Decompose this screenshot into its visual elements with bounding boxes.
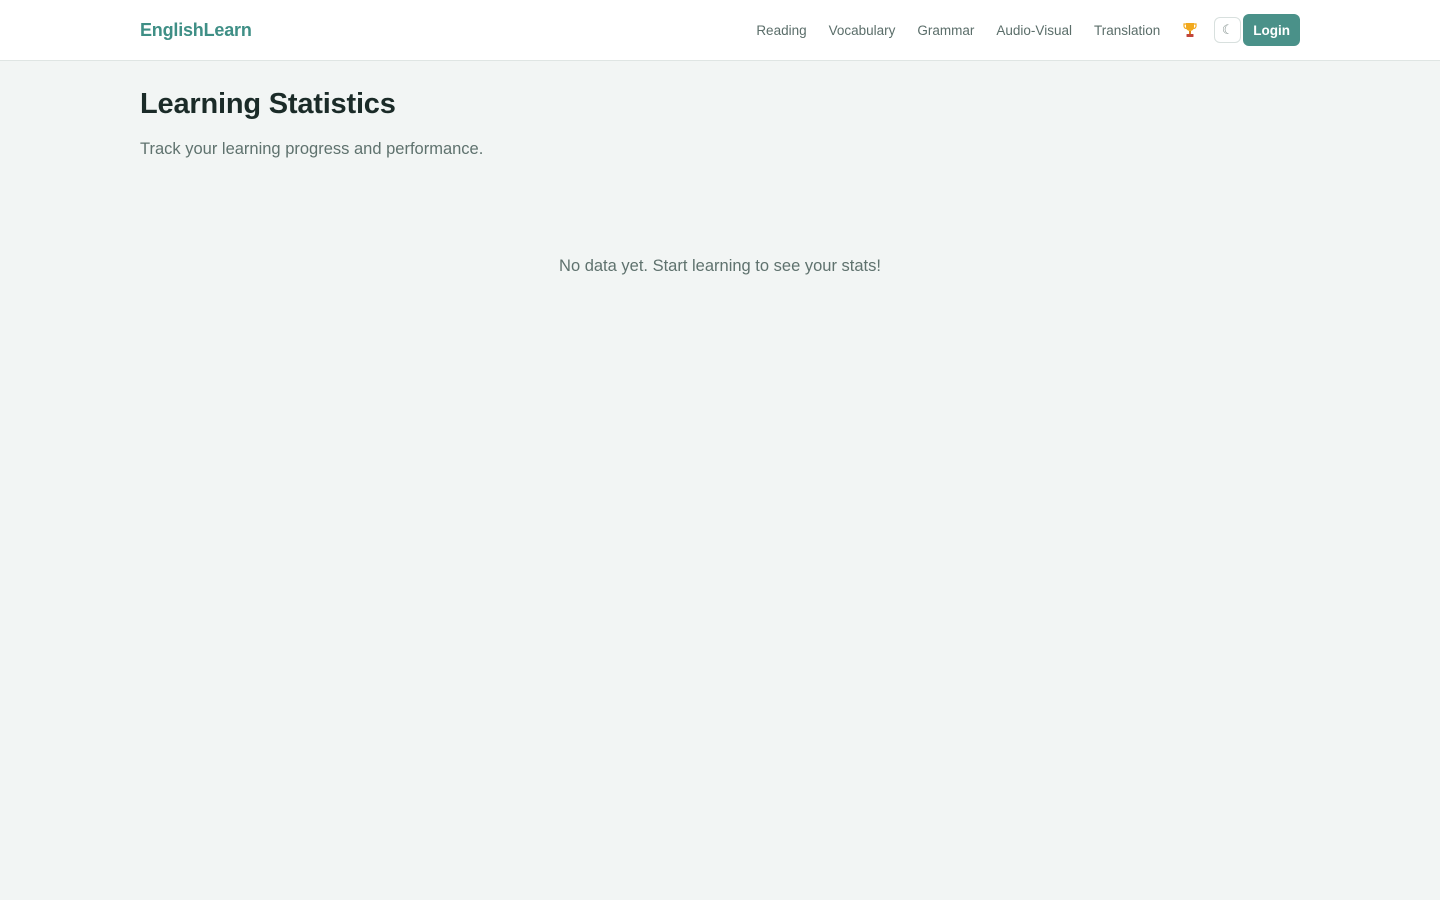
trophy-icon[interactable] xyxy=(1182,21,1198,39)
nav-link-vocabulary[interactable]: Vocabulary xyxy=(829,23,896,38)
top-navbar: EnglishLearn Reading Vocabulary Grammar … xyxy=(0,0,1440,61)
nav-link-audio-visual[interactable]: Audio-Visual xyxy=(996,23,1072,38)
nav-link-reading[interactable]: Reading xyxy=(756,23,806,38)
page-subtitle: Track your learning progress and perform… xyxy=(140,140,484,158)
nav-link-translation[interactable]: Translation xyxy=(1094,23,1160,38)
nav-link-grammar[interactable]: Grammar xyxy=(917,23,974,38)
moon-icon: ☾ xyxy=(1221,22,1234,37)
page-title: Learning Statistics xyxy=(140,88,396,120)
navbar-right: Reading Vocabulary Grammar Audio-Visual … xyxy=(756,14,1300,46)
brand-logo[interactable]: EnglishLearn xyxy=(140,20,252,41)
empty-state-message: No data yet. Start learning to see your … xyxy=(559,257,881,275)
login-button[interactable]: Login xyxy=(1243,14,1300,46)
main-nav: Reading Vocabulary Grammar Audio-Visual … xyxy=(756,23,1160,38)
navbar-container: EnglishLearn Reading Vocabulary Grammar … xyxy=(140,0,1300,60)
theme-toggle-button[interactable]: ☾ xyxy=(1214,17,1242,43)
trophy-icon-graphic xyxy=(1183,23,1197,37)
